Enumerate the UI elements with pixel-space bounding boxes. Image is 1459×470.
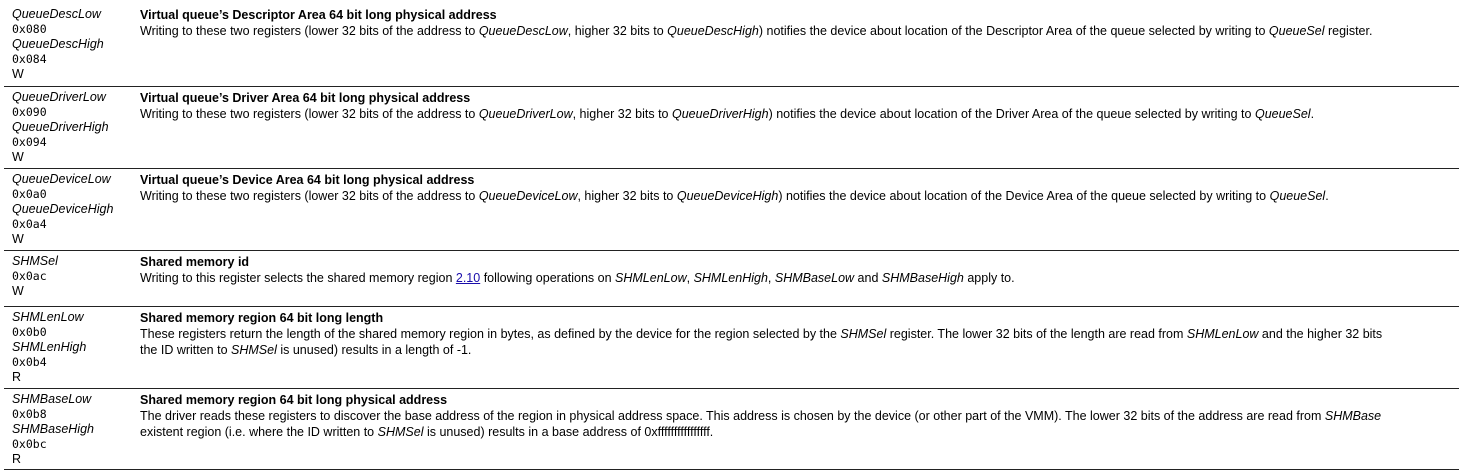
register-name: QueueDriverHigh (12, 119, 109, 134)
table-row: SHMSel 0x0ac W Shared memory id Writing … (4, 250, 1459, 306)
register-name: QueueDeviceHigh (12, 201, 114, 216)
description-cell: Shared memory id Writing to this registe… (130, 250, 1459, 306)
register-offset: 0x0a4 (12, 216, 47, 231)
register-name: QueueDescHigh (12, 37, 104, 51)
register-offset: 0x080 (12, 22, 47, 36)
register-name: QueueDeviceLow (12, 171, 111, 186)
register-name: SHMLenHigh (12, 339, 87, 354)
register-description: Writing to these two registers (lower 32… (140, 106, 1315, 121)
register-description: Writing to this register selects the sha… (140, 270, 1015, 285)
description-cell: Virtual queue’s Driver Area 64 bit long … (130, 86, 1459, 168)
section-link[interactable]: 2.10 (456, 271, 480, 285)
table-row: QueueDeviceLow 0x0a0 QueueDeviceHigh 0x0… (4, 168, 1459, 250)
register-offset: 0x0b8 (12, 406, 47, 421)
register-cell: SHMBaseLow 0x0b8 SHMBaseHigh 0x0bc R (4, 388, 130, 469)
register-cell: SHMLenLow 0x0b0 SHMLenHigh 0x0b4 R (4, 306, 130, 388)
register-offset: 0x0bc (12, 436, 47, 451)
description-cell: Virtual queue’s Device Area 64 bit long … (130, 168, 1459, 250)
register-description-line: The driver reads these registers to disc… (140, 408, 1382, 423)
register-cell: QueueDescLow 0x080 QueueDescHigh 0x084 W (4, 4, 130, 86)
description-cell: Virtual queue’s Descriptor Area 64 bit l… (130, 4, 1459, 86)
register-name: QueueDriverLow (12, 89, 106, 104)
register-access: W (12, 67, 24, 81)
table-row: SHMBaseLow 0x0b8 SHMBaseHigh 0x0bc R Sha… (4, 388, 1459, 469)
register-name: SHMLenLow (12, 309, 84, 324)
register-description: Writing to these two registers (lower 32… (140, 24, 1373, 38)
table-row: QueueDescLow 0x080 QueueDescHigh 0x084 W… (4, 4, 1459, 86)
register-description-line: existent region (i.e. where the ID writt… (140, 424, 714, 439)
register-access: R (12, 369, 22, 384)
register-title: Virtual queue’s Device Area 64 bit long … (140, 172, 475, 187)
description-cell: Shared memory region 64 bit long length … (130, 306, 1459, 388)
register-offset: 0x094 (12, 134, 47, 149)
register-offset: 0x0ac (12, 268, 47, 283)
description-cell: Shared memory region 64 bit long physica… (130, 388, 1459, 469)
register-cell: QueueDriverLow 0x090 QueueDriverHigh 0x0… (4, 86, 130, 168)
register-offset: 0x090 (12, 104, 47, 119)
register-title: Shared memory id (140, 254, 250, 269)
register-access: W (12, 149, 24, 164)
register-access: R (12, 451, 22, 466)
register-name: SHMBaseHigh (12, 421, 94, 436)
register-offset: 0x084 (12, 52, 47, 66)
register-cell: SHMSel 0x0ac W (4, 250, 130, 306)
register-description-line: These registers return the length of the… (140, 326, 1383, 341)
register-title: Shared memory region 64 bit long length (140, 310, 384, 325)
register-title: Virtual queue’s Driver Area 64 bit long … (140, 90, 471, 105)
register-description-line: the ID written to SHMSel is unused) resu… (140, 342, 472, 357)
table-row: SHMLenLow 0x0b0 SHMLenHigh 0x0b4 R Share… (4, 306, 1459, 388)
register-title: Virtual queue’s Descriptor Area 64 bit l… (140, 8, 497, 22)
register-access: W (12, 283, 24, 298)
register-offset: 0x0a0 (12, 186, 47, 201)
register-name: SHMBaseLow (12, 391, 92, 406)
register-name: QueueDescLow (12, 7, 101, 21)
table-row: QueueDriverLow 0x090 QueueDriverHigh 0x0… (4, 86, 1459, 168)
register-cell: QueueDeviceLow 0x0a0 QueueDeviceHigh 0x0… (4, 168, 130, 250)
register-offset: 0x0b4 (12, 354, 47, 369)
register-offset: 0x0b0 (12, 324, 47, 339)
register-name: SHMSel (12, 253, 58, 268)
register-title: Shared memory region 64 bit long physica… (140, 392, 448, 407)
register-table: QueueDescLow 0x080 QueueDescHigh 0x084 W… (4, 4, 1459, 470)
register-access: W (12, 231, 24, 246)
register-description: Writing to these two registers (lower 32… (140, 188, 1329, 203)
